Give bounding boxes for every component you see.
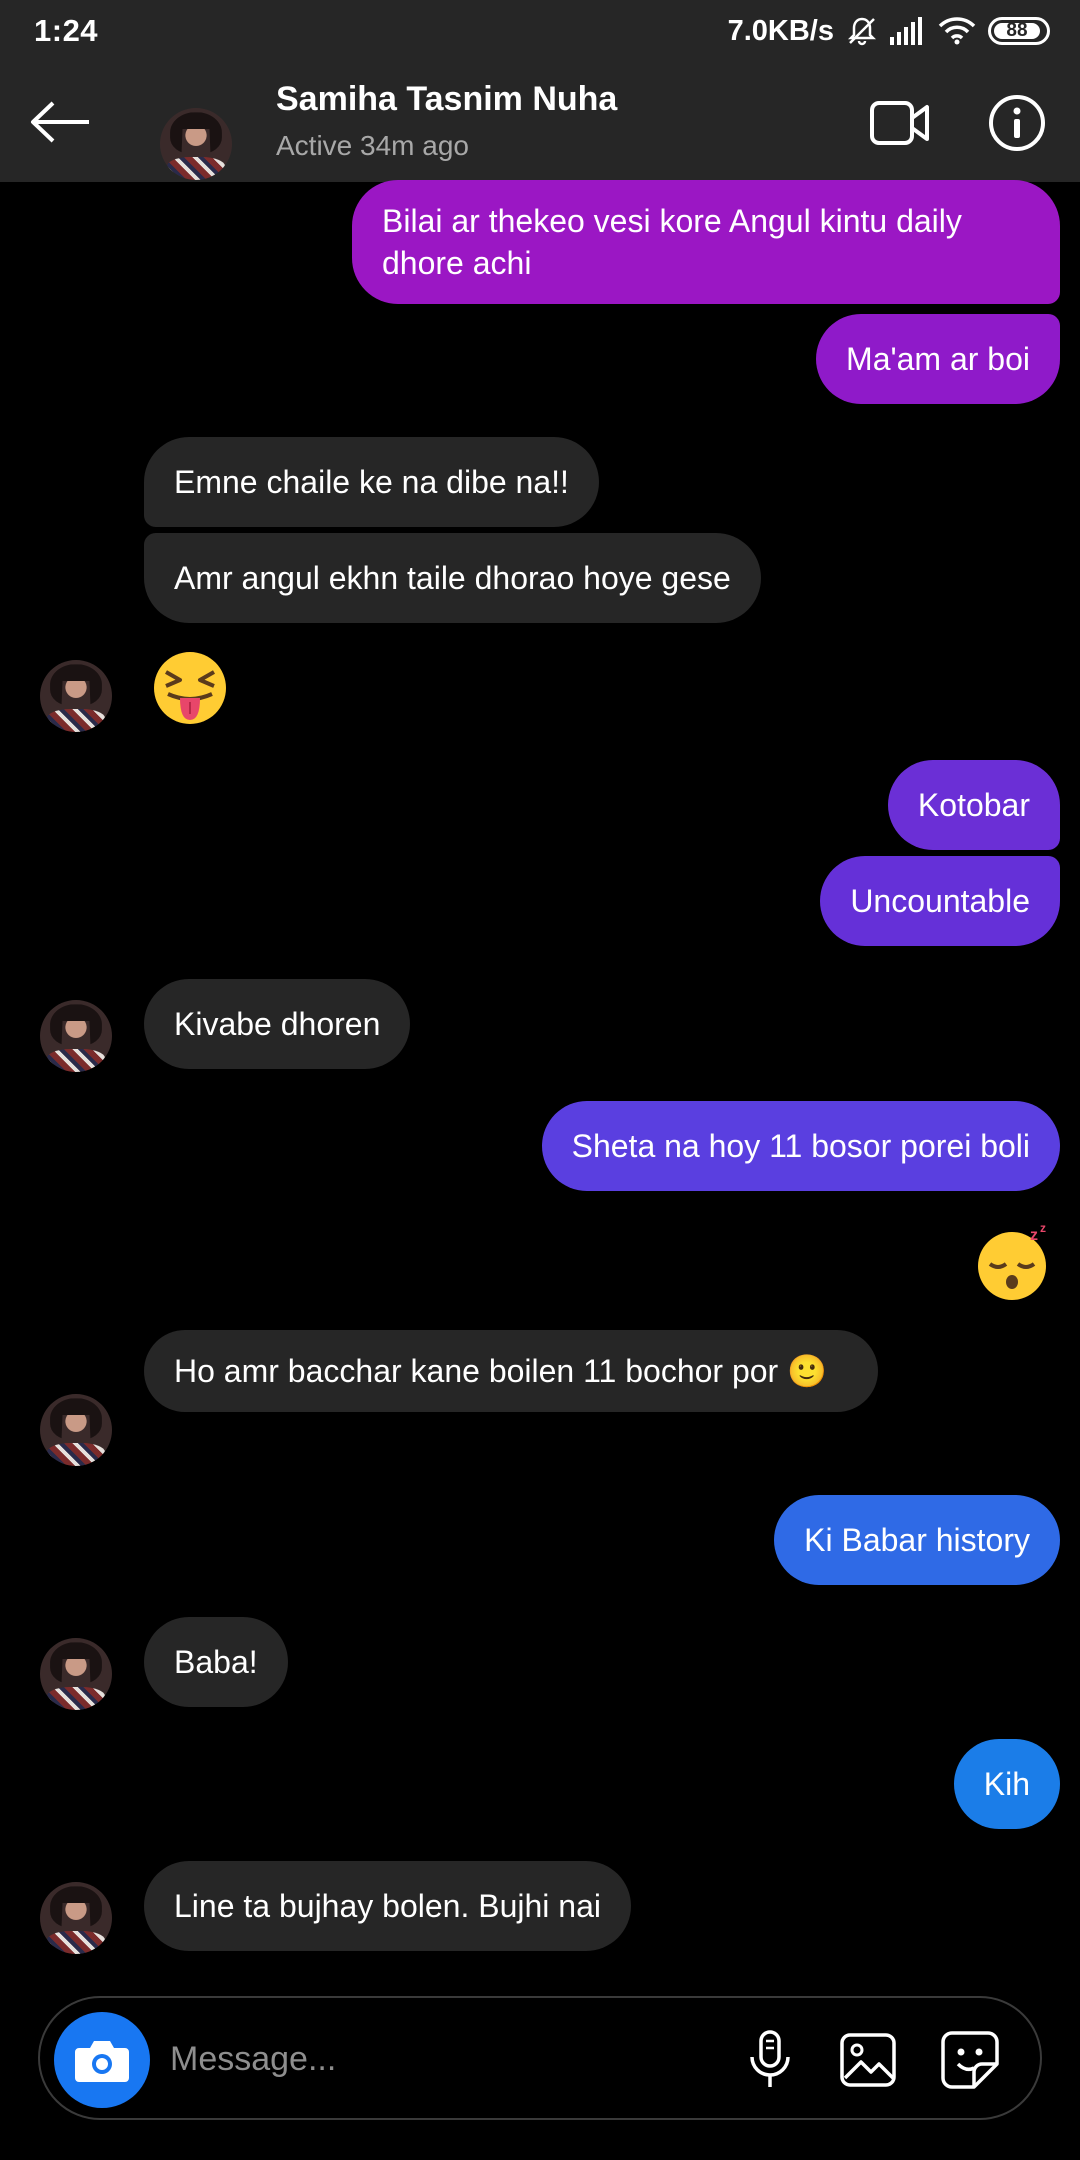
message-bubble-outgoing[interactable]: Kotobar bbox=[887, 760, 1060, 850]
svg-text:z: z bbox=[1030, 1227, 1038, 1244]
microphone-button[interactable] bbox=[736, 2026, 804, 2094]
info-button[interactable] bbox=[986, 92, 1048, 154]
video-call-button[interactable] bbox=[868, 94, 932, 152]
message-bubble-outgoing[interactable]: Uncountable bbox=[820, 856, 1060, 946]
status-time: 1:24 bbox=[34, 13, 99, 48]
message-text: Ma'am ar boi bbox=[846, 341, 1030, 377]
image-icon bbox=[840, 2033, 896, 2087]
message-bubble-incoming[interactable]: Amr angul ekhn taile dhorao hoye gese bbox=[144, 533, 761, 623]
svg-text:z: z bbox=[1040, 1222, 1046, 1235]
message-text: Line ta bujhay bolen. Bujhi nai bbox=[174, 1888, 601, 1924]
message-bubble-outgoing[interactable]: Sheta na hoy 11 bosor porei boli bbox=[541, 1101, 1060, 1191]
sticker-icon bbox=[941, 2031, 999, 2089]
battery-icon: 88 bbox=[988, 17, 1050, 45]
message-text: Bilai ar thekeo vesi kore Angul kintu da… bbox=[382, 203, 962, 281]
sender-avatar[interactable] bbox=[40, 1000, 112, 1072]
message-text: Sheta na hoy 11 bosor porei boli bbox=[571, 1128, 1030, 1164]
back-button[interactable] bbox=[28, 92, 92, 152]
sender-avatar[interactable] bbox=[40, 660, 112, 732]
sleeping-face-emoji-icon: z z bbox=[978, 1221, 1046, 1300]
signal-icon bbox=[890, 17, 926, 45]
message-bubble-outgoing[interactable]: Ki Babar history bbox=[774, 1495, 1060, 1585]
message-bubble-incoming[interactable]: Line ta bujhay bolen. Bujhi nai bbox=[144, 1861, 631, 1951]
contact-name[interactable]: Samiha Tasnim Nuha bbox=[276, 80, 617, 119]
message-text: Emne chaile ke na dibe na!! bbox=[174, 464, 569, 500]
message-composer bbox=[38, 1996, 1042, 2120]
chat-header: Samiha Tasnim Nuha Active 34m ago bbox=[0, 62, 1080, 182]
message-bubble-outgoing[interactable]: Ma'am ar boi bbox=[816, 314, 1060, 404]
status-indicators: 7.0KB/s 88 bbox=[728, 15, 1050, 48]
battery-level: 88 bbox=[1006, 20, 1028, 41]
message-text: Kih bbox=[983, 1766, 1030, 1802]
message-text: Uncountable bbox=[850, 883, 1030, 919]
arrow-left-icon bbox=[31, 101, 89, 143]
squinting-tongue-emoji-icon bbox=[154, 652, 226, 724]
info-icon bbox=[989, 95, 1045, 151]
sender-avatar[interactable] bbox=[40, 1394, 112, 1466]
status-bar: 1:24 7.0KB/s 88 bbox=[0, 0, 1080, 62]
message-emoji[interactable]: z z bbox=[972, 1221, 1054, 1309]
message-text: Amr angul ekhn taile dhorao hoye gese bbox=[174, 560, 731, 596]
contact-active-status: Active 34m ago bbox=[276, 130, 469, 161]
message-text: Ki Babar history bbox=[804, 1522, 1030, 1558]
message-text: Kotobar bbox=[917, 787, 1030, 823]
camera-icon bbox=[75, 2041, 129, 2082]
wifi-icon bbox=[938, 17, 976, 45]
message-emoji[interactable] bbox=[150, 648, 230, 733]
message-bubble-incoming[interactable]: Emne chaile ke na dibe na!! bbox=[144, 437, 599, 527]
message-text: Baba! bbox=[174, 1644, 258, 1680]
message-bubble-outgoing[interactable]: Bilai ar thekeo vesi kore Angul kintu da… bbox=[352, 180, 1060, 304]
message-bubble-incoming[interactable]: Baba! bbox=[144, 1617, 288, 1707]
video-call-icon bbox=[870, 101, 929, 145]
mute-bell-icon bbox=[846, 15, 878, 47]
message-text: Kivabe dhoren bbox=[174, 1006, 381, 1042]
sender-avatar[interactable] bbox=[40, 1638, 112, 1710]
message-bubble-incoming[interactable]: Ho amr bacchar kane boilen 11 bochor por… bbox=[144, 1330, 878, 1412]
sender-avatar[interactable] bbox=[40, 1882, 112, 1954]
chat-screen: 1:24 7.0KB/s 88 Samiha Tasnim Nuha Activ… bbox=[0, 0, 1080, 2160]
network-speed: 7.0KB/s bbox=[727, 14, 834, 47]
message-text: Ho amr bacchar kane boilen 11 bochor por… bbox=[174, 1353, 827, 1389]
message-bubble-outgoing[interactable]: Kih bbox=[953, 1739, 1060, 1829]
microphone-icon bbox=[750, 2030, 790, 2087]
message-bubble-incoming[interactable]: Kivabe dhoren bbox=[144, 979, 411, 1069]
gallery-button[interactable] bbox=[834, 2026, 902, 2094]
contact-avatar[interactable] bbox=[160, 108, 232, 180]
message-input[interactable] bbox=[170, 2024, 730, 2094]
sticker-button[interactable] bbox=[936, 2026, 1004, 2094]
camera-button[interactable] bbox=[54, 2012, 150, 2108]
